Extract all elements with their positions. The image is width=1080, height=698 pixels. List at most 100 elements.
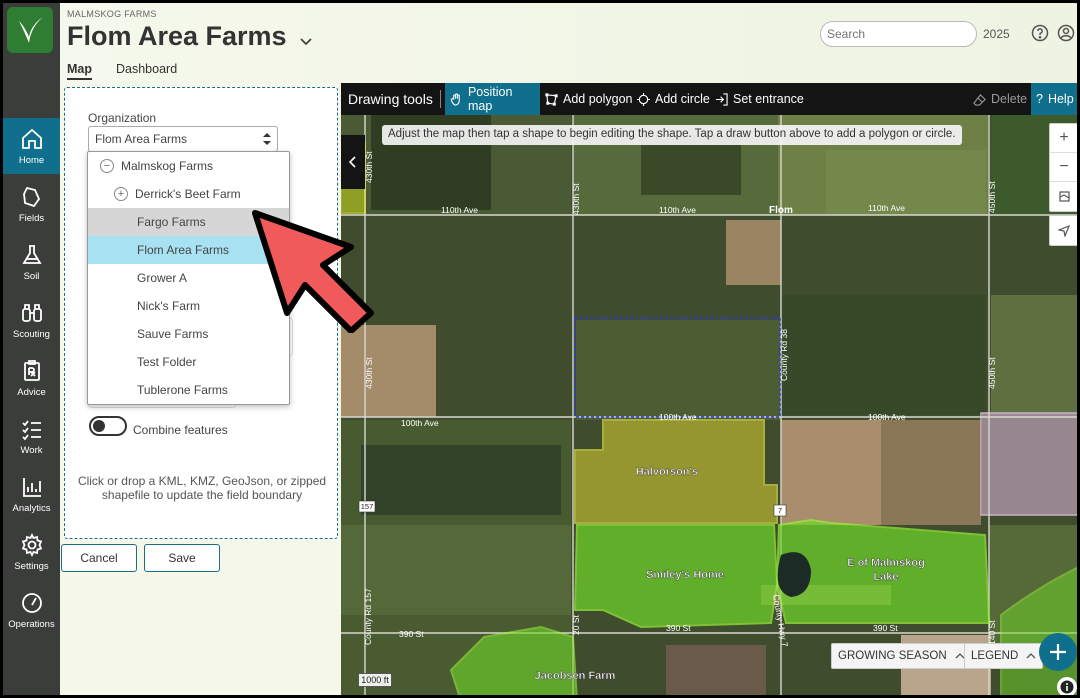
nav-advice[interactable]: Advice <box>3 350 60 406</box>
collapse-minus-icon[interactable]: − <box>100 159 114 173</box>
side-nav: Home Fields Soil Scouting Advice Work An… <box>3 3 60 695</box>
growing-season-button[interactable]: GROWING SEASON <box>831 643 972 669</box>
nav-label-work: Work <box>20 444 43 456</box>
set-entrance-button[interactable]: Set entrance <box>715 83 804 115</box>
page-title[interactable]: Flom Area Farms <box>67 21 287 52</box>
chevron-up-icon <box>1026 653 1036 659</box>
road-label-390-st-a: 390 St <box>399 629 424 639</box>
delete-button[interactable]: Delete <box>973 83 1027 115</box>
save-button[interactable]: Save <box>144 544 220 572</box>
position-map-label: Position map <box>467 85 513 113</box>
search-input[interactable] <box>820 21 977 47</box>
nav-label-settings: Settings <box>14 560 49 572</box>
eraser-icon <box>973 93 986 106</box>
nav-analytics[interactable]: Analytics <box>3 466 60 522</box>
road-label-430th-st-a: 430th St <box>364 151 374 183</box>
chart-icon <box>22 477 41 497</box>
polygon-icon <box>545 92 558 106</box>
road-label-100th-ave-c: 100th Ave <box>868 412 906 422</box>
nav-home[interactable]: Home <box>3 118 60 174</box>
zoom-controls: + − <box>1049 123 1077 212</box>
tab-dashboard[interactable]: Dashboard <box>116 62 177 76</box>
help-label: Help <box>1047 92 1074 106</box>
prescription-icon <box>23 359 40 381</box>
organization-label: Organization <box>88 111 157 125</box>
zoom-in-button[interactable]: + <box>1050 124 1077 153</box>
drawing-tools-title: Drawing tools <box>348 91 433 107</box>
add-fab-button[interactable] <box>1039 633 1077 671</box>
nav-label-analytics: Analytics <box>12 502 51 514</box>
layers-icon <box>1058 191 1070 202</box>
add-polygon-label: Add polygon <box>563 92 633 106</box>
nav-settings[interactable]: Settings <box>3 524 60 580</box>
road-label-100th-ave-a: 100th Ave <box>401 418 439 428</box>
field-label-jacobsen-farm[interactable]: Jacobsen Farm <box>534 670 616 682</box>
circle-target-icon <box>637 92 650 106</box>
app-window: Home Fields Soil Scouting Advice Work An… <box>0 0 1080 698</box>
add-circle-button[interactable]: Add circle <box>637 83 710 115</box>
combine-features-toggle[interactable] <box>89 416 127 436</box>
page-header: MALMSKOG FARMS Flom Area Farms Map Dashb… <box>60 3 1077 83</box>
toolbar-divider <box>440 90 441 108</box>
map-attribution-button[interactable] <box>1057 677 1077 695</box>
upload-dropzone[interactable]: Click or drop a KML, KMZ, GeoJson, or zi… <box>77 474 327 502</box>
chevron-left-icon <box>348 156 356 168</box>
nav-work[interactable]: Work <box>3 408 60 464</box>
map-view[interactable]: Halvorson's Smiley's Home E of Malmskog … <box>341 83 1080 698</box>
dropdown-item-label: Derrick's Beet Farm <box>135 187 241 201</box>
help-button[interactable]: ? Help <box>1031 83 1077 115</box>
nav-operations[interactable]: Operations <box>3 582 60 638</box>
user-account-icon[interactable] <box>1057 24 1075 42</box>
legend-button[interactable]: LEGEND <box>964 643 1044 669</box>
tab-map[interactable]: Map <box>67 62 92 80</box>
app-logo[interactable] <box>7 7 53 53</box>
season-year[interactable]: 2025 <box>983 27 1010 41</box>
binoculars-icon <box>21 303 42 322</box>
select-arrows-icon <box>263 133 271 145</box>
dropdown-item-tublerone-farms[interactable]: Tublerone Farms <box>88 376 289 404</box>
nav-soil[interactable]: Soil <box>3 234 60 290</box>
home-icon <box>21 128 42 149</box>
map-layer-button[interactable] <box>1050 182 1077 211</box>
zoom-out-button[interactable]: − <box>1050 153 1077 182</box>
flask-icon <box>21 244 42 264</box>
nav-label-operations: Operations <box>8 618 55 630</box>
expand-plus-icon[interactable]: + <box>114 187 128 201</box>
add-polygon-button[interactable]: Add polygon <box>545 83 633 115</box>
locate-me-button[interactable] <box>1050 216 1077 245</box>
nav-fields[interactable]: Fields <box>3 176 60 232</box>
road-label-20-st: 20 St <box>571 615 581 635</box>
organization-select[interactable]: Flom Area Farms <box>88 126 278 152</box>
organization-select-value: Flom Area Farms <box>95 132 188 146</box>
help-circle-icon[interactable] <box>1031 24 1049 42</box>
road-label-110th-ave-a: 110th Ave <box>441 205 478 215</box>
cancel-button[interactable]: Cancel <box>61 544 137 572</box>
nav-label-advice: Advice <box>17 386 46 398</box>
satellite-map[interactable]: Halvorson's Smiley's Home E of Malmskog … <box>341 115 1080 698</box>
dropdown-item-derricks-beet-farm[interactable]: + Derrick's Beet Farm <box>88 180 289 208</box>
field-label-e-of-malmskog[interactable]: E of Malmskog <box>847 557 925 569</box>
road-label-450th-st-a: 450th St <box>987 181 997 213</box>
dropdown-item-malmskog-farms[interactable]: − Malmskog Farms <box>88 152 289 180</box>
nav-scouting[interactable]: Scouting <box>3 292 60 348</box>
nav-label-home: Home <box>18 154 45 166</box>
road-label-county-rd-157: County Rd 157 <box>363 588 373 645</box>
delete-label: Delete <box>991 92 1028 106</box>
collapse-panel-button[interactable] <box>341 135 365 189</box>
leaf-logo-icon <box>19 17 43 43</box>
chevron-down-icon[interactable] <box>298 33 314 49</box>
position-map-button[interactable]: Position map <box>445 83 540 115</box>
hand-pan-icon <box>450 92 460 106</box>
road-label-430th-st-c: 430th St <box>364 357 374 389</box>
enter-arrow-icon <box>715 92 728 106</box>
field-label-smileys-home[interactable]: Smiley's Home <box>646 569 724 581</box>
field-label-halvorsons[interactable]: Halvorson's <box>636 466 699 478</box>
checklist-icon <box>21 419 41 440</box>
fields-icon <box>22 186 40 207</box>
dropdown-item-test-folder[interactable]: Test Folder <box>88 348 289 376</box>
parent-org-label: MALMSKOG FARMS <box>67 9 157 19</box>
map-scale: 1000 ft <box>358 673 392 687</box>
field-label-lake[interactable]: Lake <box>873 571 898 583</box>
road-label-430th-st-b: 430th St <box>571 183 581 215</box>
gauge-icon <box>21 592 42 613</box>
